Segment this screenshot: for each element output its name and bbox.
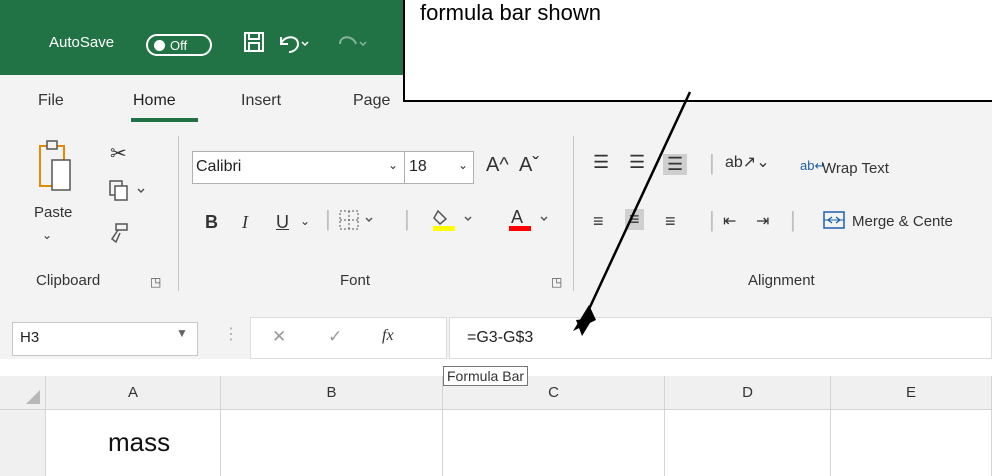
- top-align-icon[interactable]: ☰: [593, 152, 609, 173]
- size-dropdown-icon[interactable]: ⌄: [458, 158, 468, 172]
- column-header-b[interactable]: B: [221, 376, 443, 410]
- font-launcher-icon[interactable]: ◳: [551, 275, 562, 289]
- bottom-align-icon[interactable]: ☰: [663, 154, 688, 175]
- alignment-group-label: Alignment: [748, 272, 815, 289]
- clipboard-group-label: Clipboard: [36, 272, 101, 289]
- tab-page-layout[interactable]: Page: [353, 92, 390, 110]
- cell-e[interactable]: [831, 410, 992, 476]
- orientation-icon[interactable]: ab↗⌄: [725, 152, 770, 172]
- middle-align-icon[interactable]: ☰: [629, 152, 645, 173]
- tab-insert[interactable]: Insert: [241, 92, 281, 110]
- copy-icon[interactable]: [108, 180, 148, 207]
- shrink-font-button[interactable]: Aˇ: [519, 154, 539, 177]
- column-header-e[interactable]: E: [831, 376, 992, 410]
- font-size-value: 18: [409, 158, 427, 175]
- divider-icon: |: [709, 207, 715, 232]
- align-left-icon[interactable]: ≡: [593, 211, 604, 232]
- name-box-dropdown-icon[interactable]: ▼: [176, 326, 188, 340]
- insert-function-icon[interactable]: fx: [382, 327, 394, 345]
- formula-bar-grip-icon: ⋮: [223, 326, 239, 343]
- formula-bar-tooltip: Formula Bar: [443, 366, 529, 386]
- select-all-corner[interactable]: [0, 376, 46, 410]
- font-color-icon[interactable]: A: [508, 207, 554, 238]
- svg-text:A: A: [511, 207, 523, 227]
- cell-b[interactable]: [221, 410, 443, 476]
- cancel-icon[interactable]: ✕: [272, 327, 286, 347]
- callout-text: formula bar shown: [420, 0, 601, 25]
- autosave-toggle[interactable]: Off: [146, 34, 212, 56]
- tab-home[interactable]: Home: [133, 92, 176, 110]
- underline-dropdown-icon[interactable]: ⌄: [300, 214, 310, 228]
- increase-indent-icon[interactable]: ⇥: [756, 211, 769, 231]
- borders-icon[interactable]: [338, 209, 378, 236]
- format-painter-icon[interactable]: [106, 221, 130, 250]
- wrap-text-button[interactable]: Wrap Text: [822, 160, 889, 177]
- merge-center-icon[interactable]: [822, 209, 846, 236]
- underline-button[interactable]: U: [276, 212, 289, 233]
- fill-color-icon[interactable]: [432, 207, 478, 238]
- group-divider: [178, 136, 179, 291]
- paste-label[interactable]: Paste: [34, 204, 72, 221]
- autosave-label: AutoSave: [49, 34, 115, 51]
- active-tab-indicator: [131, 118, 198, 122]
- redo-icon[interactable]: [334, 31, 368, 61]
- paste-dropdown-icon[interactable]: ⌄: [42, 228, 52, 242]
- column-header-a[interactable]: A: [46, 376, 221, 410]
- name-box-value: H3: [20, 329, 40, 346]
- divider-icon: |: [790, 207, 796, 232]
- divider-icon: |: [709, 150, 715, 175]
- save-icon[interactable]: [243, 31, 265, 59]
- clipboard-launcher-icon[interactable]: ◳: [150, 275, 161, 289]
- merge-center-button[interactable]: Merge & Cente: [852, 213, 953, 230]
- cell-d[interactable]: [665, 410, 831, 476]
- autosave-state: Off: [170, 38, 188, 53]
- cell-a-value: mass: [108, 427, 171, 457]
- divider-icon: |: [404, 206, 410, 231]
- italic-button[interactable]: I: [242, 212, 248, 233]
- cell-c[interactable]: [443, 410, 665, 476]
- undo-icon[interactable]: [276, 31, 310, 61]
- divider-icon: |: [325, 206, 331, 231]
- tab-file[interactable]: File: [38, 92, 64, 110]
- formula-value: =G3-G$3: [467, 329, 534, 346]
- paste-icon[interactable]: [38, 138, 72, 194]
- cut-icon[interactable]: ✂: [110, 141, 127, 166]
- grow-font-button[interactable]: A^: [486, 154, 509, 177]
- align-center-icon[interactable]: ≡: [625, 209, 644, 230]
- enter-icon[interactable]: ✓: [328, 327, 342, 347]
- align-right-icon[interactable]: ≡: [665, 211, 676, 232]
- font-group-label: Font: [340, 272, 371, 289]
- row-header[interactable]: [0, 410, 46, 476]
- bold-button[interactable]: B: [205, 212, 218, 233]
- decrease-indent-icon[interactable]: ⇤: [723, 211, 736, 231]
- toggle-dot-icon: [154, 40, 165, 51]
- column-header-d[interactable]: D: [665, 376, 831, 410]
- font-name-value: Calibri: [196, 158, 242, 175]
- name-box[interactable]: [12, 322, 198, 356]
- group-divider: [573, 136, 574, 291]
- font-dropdown-icon[interactable]: ⌄: [388, 158, 398, 172]
